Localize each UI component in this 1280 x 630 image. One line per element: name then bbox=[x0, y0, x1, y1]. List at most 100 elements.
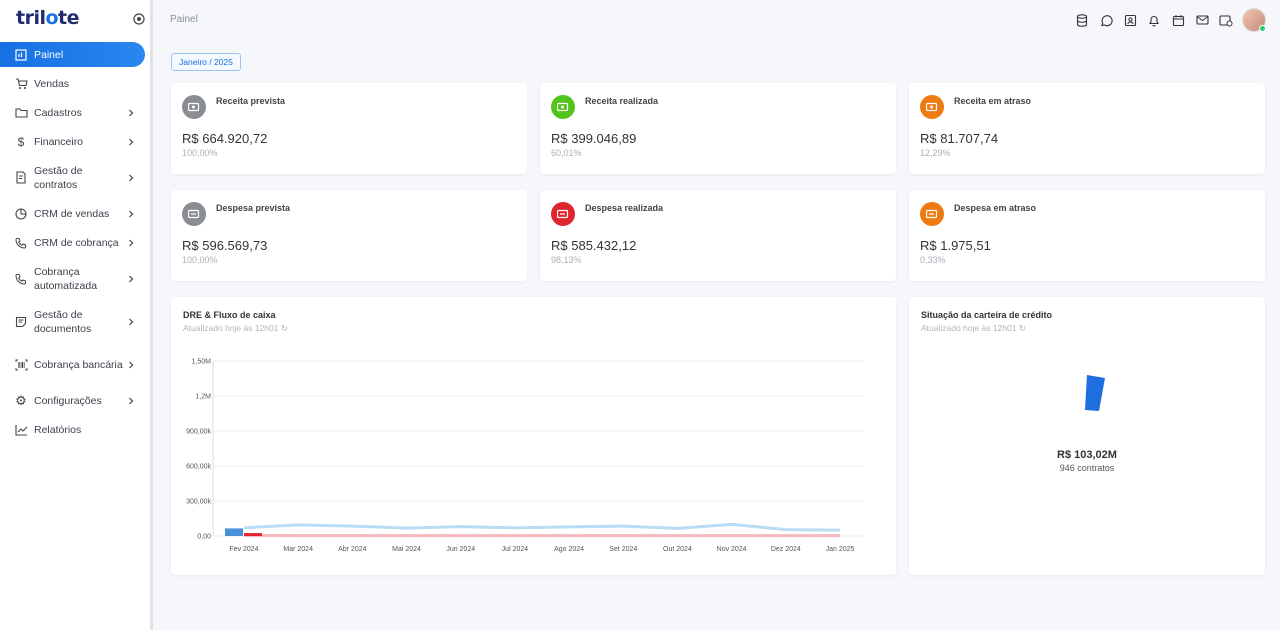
credit-panel: Situação da carteira de crédito Atualiza… bbox=[909, 297, 1265, 575]
avatar[interactable] bbox=[1242, 8, 1266, 32]
dre-chart: 0,00 300,00k 600,00k 900,00k 1,2M 1,50M Fev 20… bbox=[186, 359, 864, 553]
y-tick-label: 600,00k bbox=[186, 464, 211, 471]
logo[interactable]: trilote bbox=[16, 7, 80, 29]
chevron-right-icon bbox=[129, 109, 134, 116]
sidebar-item-label: CRM de vendas bbox=[34, 207, 110, 220]
kpi-card-receita-atraso[interactable]: Receita em atraso R$ 81.707,74 12,29% bbox=[909, 83, 1265, 174]
sidebar-item-gestao-documentos[interactable]: Gestão de documentos bbox=[0, 300, 150, 343]
credit-segment bbox=[1085, 375, 1105, 411]
sidebar-item-label: Configurações bbox=[34, 394, 102, 407]
chevron-right-icon bbox=[129, 275, 134, 282]
sidebar-item-label: Gestão de contratos bbox=[34, 164, 83, 191]
sidebar-toggle-icon[interactable] bbox=[132, 12, 146, 26]
dre-chart-panel: DRE & Fluxo de caixa Atualizado hoje às … bbox=[171, 297, 896, 575]
sidebar-item-cobranca-automatizada[interactable]: Cobrança automatizada bbox=[0, 257, 150, 300]
y-tick-label: 900,00k bbox=[186, 429, 211, 436]
x-tick-label: Out 2024 bbox=[663, 546, 692, 553]
gear-icon: ⚙ bbox=[15, 392, 27, 408]
sidebar-item-crm-vendas[interactable]: CRM de vendas bbox=[0, 199, 150, 228]
credit-contracts: 946 contratos bbox=[1059, 463, 1115, 473]
database-icon[interactable] bbox=[1074, 12, 1090, 28]
period-selector[interactable]: Janeiro / 2025 bbox=[171, 53, 241, 71]
sidebar-item-label: Cobrança bancária bbox=[34, 358, 123, 371]
chevron-right-icon bbox=[129, 239, 134, 246]
chart-line-icon bbox=[14, 423, 28, 437]
kpi-percent: 98,13% bbox=[551, 255, 582, 265]
chevron-right-icon bbox=[129, 361, 134, 368]
sidebar-item-relatorios[interactable]: Relatórios bbox=[0, 415, 150, 444]
calendar-icon[interactable] bbox=[1170, 12, 1186, 28]
kpi-card-despesa-atraso[interactable]: Despesa em atraso R$ 1.975,51 0,33% bbox=[909, 190, 1265, 281]
chevron-right-icon bbox=[129, 210, 134, 217]
credit-chart bbox=[1085, 375, 1105, 411]
x-tick-label: Mar 2024 bbox=[283, 546, 313, 553]
x-tick-label: Nov 2024 bbox=[717, 546, 747, 553]
y-tick-label: 0,00 bbox=[197, 534, 211, 541]
sidebar-item-label: Cobrança automatizada bbox=[34, 265, 98, 292]
phone-icon bbox=[14, 236, 28, 250]
series-line bbox=[243, 522, 841, 532]
whatsapp-icon[interactable] bbox=[1098, 12, 1114, 28]
barcode-icon bbox=[14, 358, 28, 372]
sidebar-item-configuracoes[interactable]: ⚙ Configurações bbox=[0, 386, 150, 415]
sidebar-item-label: Cadastros bbox=[34, 106, 82, 119]
credit-total: R$ 103,02M bbox=[1057, 449, 1117, 461]
document-icon bbox=[14, 315, 28, 329]
sidebar-item-cadastros[interactable]: Cadastros bbox=[0, 98, 150, 127]
x-tick-label: Jul 2024 bbox=[502, 546, 529, 553]
sidebar-nav: Painel Vendas Cadastros $ Financeiro Ges… bbox=[0, 42, 150, 444]
x-tick-label: Fev 2024 bbox=[229, 546, 258, 553]
kpi-title: Despesa prevista bbox=[216, 203, 291, 213]
sidebar-item-painel[interactable]: Painel bbox=[0, 42, 145, 67]
kpi-card-receita-realizada[interactable]: Receita realizada R$ 399.046,89 60,01% bbox=[540, 83, 896, 174]
sidebar-item-gestao-contratos[interactable]: Gestão de contratos bbox=[0, 156, 150, 199]
kpi-percent: 100,00% bbox=[182, 148, 218, 158]
kpi-title: Receita prevista bbox=[216, 96, 286, 106]
kpi-value: R$ 664.920,72 bbox=[182, 131, 268, 146]
kpi-percent: 100,00% bbox=[182, 255, 218, 265]
auto-phone-icon bbox=[14, 272, 28, 286]
kpi-percent: 0,33% bbox=[920, 255, 946, 265]
pie-icon bbox=[14, 207, 28, 221]
x-tick-label: Dez 2024 bbox=[771, 546, 801, 553]
kpi-card-despesa-realizada[interactable]: Despesa realizada R$ 585.432,12 98,13% bbox=[540, 190, 896, 281]
kpi-percent: 60,01% bbox=[551, 148, 582, 158]
kpi-value: R$ 1.975,51 bbox=[920, 238, 991, 253]
kpi-value: R$ 81.707,74 bbox=[920, 131, 999, 146]
contact-card-icon[interactable] bbox=[1122, 12, 1138, 28]
kpi-title: Receita em atraso bbox=[954, 96, 1032, 106]
breadcrumb: Painel bbox=[170, 14, 198, 25]
money-icon bbox=[920, 202, 944, 226]
money-icon bbox=[182, 202, 206, 226]
sidebar-item-financeiro[interactable]: $ Financeiro bbox=[0, 127, 150, 156]
mail-icon[interactable] bbox=[1194, 12, 1210, 28]
kpi-card-despesa-prevista[interactable]: Despesa prevista R$ 596.569,73 100,00% bbox=[171, 190, 527, 281]
dollar-icon: $ bbox=[17, 134, 25, 149]
bar bbox=[244, 533, 262, 536]
kpi-percent: 12,29% bbox=[920, 148, 951, 158]
money-icon bbox=[920, 95, 944, 119]
kpi-title: Receita realizada bbox=[585, 96, 659, 106]
y-tick-label: 1,2M bbox=[195, 394, 211, 401]
dashboard-icon bbox=[14, 48, 28, 62]
bar bbox=[225, 528, 243, 536]
chevron-right-icon bbox=[129, 397, 134, 404]
chevron-right-icon bbox=[129, 138, 134, 145]
x-tick-label: Jun 2024 bbox=[446, 546, 475, 553]
online-status-dot bbox=[1259, 25, 1266, 32]
top-toolbar bbox=[1074, 8, 1266, 32]
schedule-icon[interactable] bbox=[1218, 12, 1234, 28]
sidebar-item-crm-cobranca[interactable]: CRM de cobrança bbox=[0, 228, 150, 257]
sidebar-item-cobranca-bancaria[interactable]: Cobrança bancária bbox=[0, 343, 150, 386]
kpi-value: R$ 596.569,73 bbox=[182, 238, 268, 253]
kpi-value: R$ 399.046,89 bbox=[551, 131, 637, 146]
kpi-title: Despesa em atraso bbox=[954, 203, 1037, 213]
money-icon bbox=[182, 95, 206, 119]
sidebar-item-vendas[interactable]: Vendas bbox=[0, 69, 150, 98]
chevron-right-icon bbox=[129, 174, 134, 181]
bell-icon[interactable] bbox=[1146, 12, 1162, 28]
kpi-card-receita-prevista[interactable]: Receita prevista R$ 664.920,72 100,00% bbox=[171, 83, 527, 174]
cart-icon bbox=[14, 77, 28, 91]
sidebar-item-label: CRM de cobrança bbox=[34, 236, 119, 249]
x-tick-label: Ago 2024 bbox=[554, 546, 584, 553]
